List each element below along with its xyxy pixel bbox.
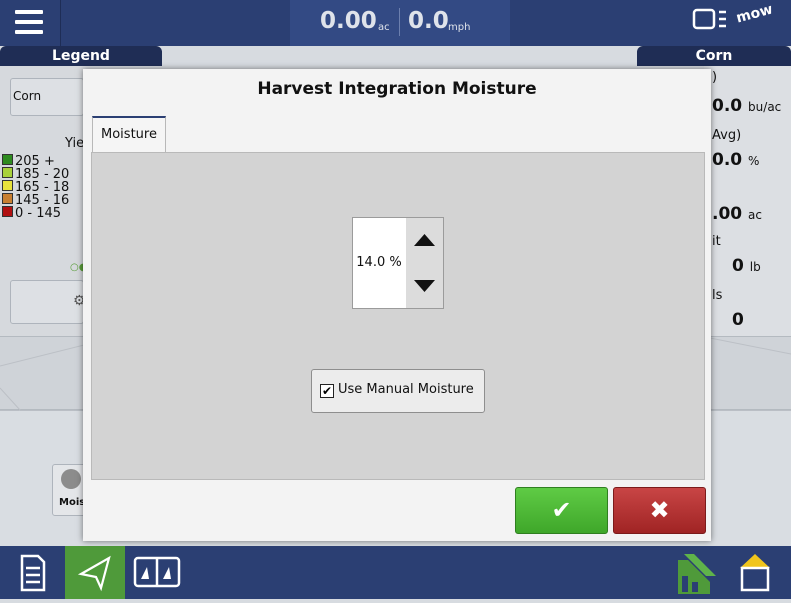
legend-panel: Corn Yie 205 + 185 - 20 165 - 18 145 - 1…	[0, 66, 87, 336]
moisture-stepper[interactable]: 14.0 %	[352, 217, 444, 309]
arrow-up-icon	[414, 234, 435, 246]
legend-label: 0 - 145	[15, 206, 62, 221]
tab-content: 14.0 % ✔ Use Manual Moisture	[91, 152, 705, 480]
legend-title: Yie	[65, 136, 85, 151]
legend-swatch	[2, 167, 13, 178]
moisture-dialog: Harvest Integration Moisture Moisture 14…	[83, 69, 711, 541]
top-bar: 0.00 ac 0.0 mph mow	[0, 0, 791, 46]
guidance-button[interactable]	[65, 546, 125, 599]
speed-value: 0.0	[408, 8, 449, 34]
area-unit-right: ac	[748, 208, 762, 222]
yield-unit: bu/ac	[748, 100, 782, 114]
checkmark-icon: ✔	[551, 496, 572, 524]
home-button[interactable]	[730, 548, 780, 596]
loads-value: 0	[732, 310, 744, 330]
decrement-button[interactable]	[406, 263, 443, 308]
notes-button[interactable]	[0, 546, 65, 599]
manual-moisture-checkbox[interactable]: ✔	[320, 384, 334, 398]
hamburger-icon-line	[15, 30, 43, 34]
arrow-down-icon	[414, 280, 435, 292]
cancel-button[interactable]: ✖	[613, 487, 706, 534]
yield-value: 0.0	[712, 96, 743, 116]
moisture-button-label: Mois	[59, 497, 86, 508]
yield-readout: 0.0 bu/ac	[712, 96, 781, 116]
readout-divider	[399, 8, 400, 36]
area-unit: ac	[378, 22, 390, 33]
area-value: 0.00	[320, 8, 377, 34]
split-view-icon	[133, 556, 181, 588]
weight-value: 0	[732, 256, 744, 276]
field-operations-button[interactable]	[670, 548, 720, 596]
settings-button[interactable]: ⚙	[10, 280, 86, 324]
manual-moisture-label: Use Manual Moisture	[338, 382, 474, 397]
area-value-right: .00	[712, 204, 743, 224]
legend-item: 0 - 145	[2, 206, 61, 221]
crop-tab[interactable]: Corn	[637, 46, 791, 66]
area-speed-readout: 0.00 ac 0.0 mph	[290, 0, 510, 46]
navigation-arrow-icon	[77, 555, 111, 592]
weight-readout: 0 lb	[732, 256, 761, 276]
hamburger-icon-line	[15, 20, 43, 24]
crop-button-label: Corn	[13, 89, 42, 103]
moisture-unit: %	[748, 154, 760, 168]
legend-swatch	[2, 180, 13, 191]
home-icon	[740, 554, 770, 592]
moisture-icon	[61, 469, 81, 489]
speed-unit: mph	[448, 22, 471, 33]
crop-button[interactable]: Corn	[10, 78, 84, 116]
moisture-value-field[interactable]: 14.0 %	[353, 218, 405, 308]
status-icons[interactable]: mow	[690, 1, 790, 38]
split-view-button[interactable]	[125, 546, 190, 599]
area-readout: .00 ac	[712, 204, 762, 224]
increment-button[interactable]	[406, 218, 443, 264]
legend-swatch	[2, 206, 13, 217]
moisture-readout: 0.0 %	[712, 150, 759, 170]
menu-button[interactable]	[0, 0, 61, 46]
hamburger-icon	[15, 10, 43, 14]
moisture-value: 0.0	[712, 150, 743, 170]
legend-swatch	[2, 193, 13, 204]
manual-moisture-toggle[interactable]: ✔ Use Manual Moisture	[311, 369, 485, 413]
tab-moisture[interactable]: Moisture	[92, 116, 166, 154]
weight-label: it	[712, 234, 721, 249]
document-icon	[20, 554, 46, 592]
confirm-button[interactable]: ✔	[515, 487, 608, 534]
close-icon: ✖	[649, 496, 670, 524]
summary-label: )	[712, 70, 718, 85]
legend-swatch	[2, 154, 13, 165]
bottom-bar	[0, 546, 791, 599]
loads-label: ls	[712, 288, 723, 303]
field-layers-icon	[678, 554, 716, 594]
summary-panel: ) 0.0 bu/ac Avg) 0.0 % .00 ac it 0 lb ls…	[704, 66, 791, 336]
dialog-title: Harvest Integration Moisture	[257, 79, 537, 99]
weight-unit: lb	[749, 260, 761, 274]
avg-label: Avg)	[712, 128, 742, 143]
legend-tab[interactable]: Legend	[0, 46, 162, 66]
